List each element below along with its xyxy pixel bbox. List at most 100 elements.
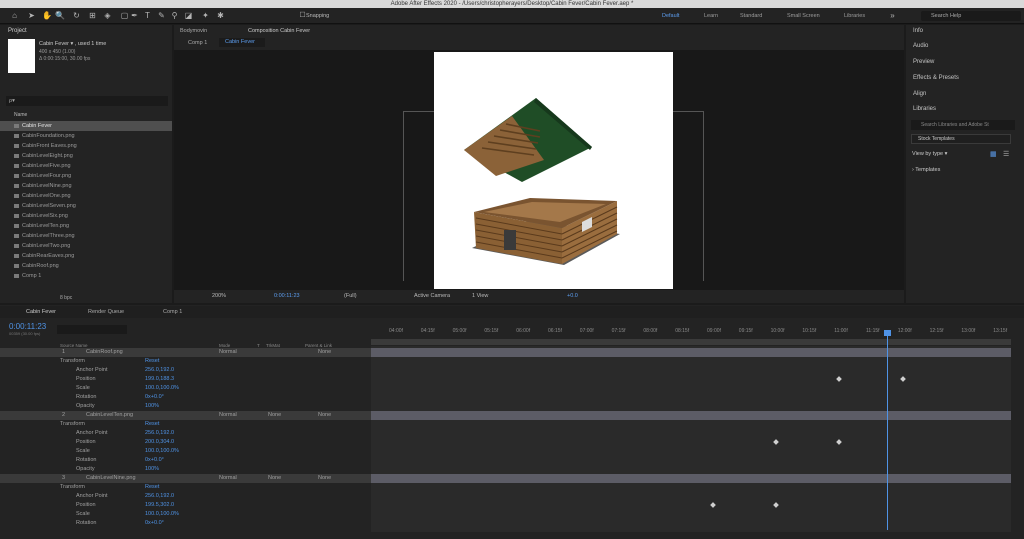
timeline-search-input[interactable] [57, 325, 127, 334]
project-item[interactable]: CabinLevelOne.png [0, 191, 172, 201]
workspace-learn[interactable]: Learn [704, 13, 718, 19]
parent-dropdown[interactable]: None [318, 411, 331, 420]
layer-row[interactable]: 2 CabinLevelTen.png Normal None None [0, 411, 371, 420]
zoom-dropdown[interactable]: 200% [212, 293, 226, 299]
zoom-tool-icon[interactable]: 🔍 [55, 11, 65, 20]
preview-panel[interactable]: Preview [913, 59, 934, 65]
project-item[interactable]: CabinFoundation.png [0, 131, 172, 141]
mode-dropdown[interactable]: Normal [219, 474, 237, 483]
exposure-value[interactable]: +0.0 [567, 293, 578, 299]
clone-stamp-tool-icon[interactable]: ⚲ [170, 11, 179, 20]
property-rotation[interactable]: Rotation 0x+0.0° [0, 519, 371, 528]
home-icon[interactable]: ⌂ [10, 11, 19, 20]
rectangle-tool-icon[interactable]: ▢ [120, 11, 129, 20]
project-item[interactable]: CabinRearEaves.png [0, 251, 172, 261]
timeline-current-time[interactable]: 0:00:11:23 [9, 322, 46, 331]
property-rotation[interactable]: Rotation 0x+0.0° [0, 393, 371, 402]
workspace-small-screen[interactable]: Small Screen [787, 13, 820, 19]
camera-tool-icon[interactable]: ⊞ [88, 11, 97, 20]
workspace-standard[interactable]: Standard [740, 13, 762, 19]
property-value[interactable]: 100% [145, 465, 159, 474]
breadcrumb-cabin-fever[interactable]: Cabin Fever [219, 38, 265, 47]
trkmat-dropdown[interactable]: None [268, 474, 281, 483]
property-scale[interactable]: Scale 100.0,100.0% [0, 384, 371, 393]
property-value[interactable]: 100.0,100.0% [145, 447, 179, 456]
property-value[interactable]: 100.0,100.0% [145, 510, 179, 519]
workspace-libraries[interactable]: Libraries [844, 13, 865, 19]
project-item[interactable]: CabinLevelNine.png [0, 181, 172, 191]
type-tool-icon[interactable]: T [143, 11, 152, 20]
project-item[interactable]: CabinRoof.png [0, 261, 172, 271]
property-value[interactable]: 199.5,302.0 [145, 501, 174, 510]
project-search-input[interactable]: ρ▾ [6, 96, 168, 106]
playhead-handle[interactable] [884, 330, 891, 336]
bpc-indicator[interactable]: 8 bpc [60, 295, 72, 301]
work-area-bar[interactable] [371, 339, 1011, 345]
property-anchor[interactable]: Anchor Point 256.0,192.0 [0, 429, 371, 438]
rotate-tool-icon[interactable]: ↻ [72, 11, 81, 20]
property-value[interactable]: 0x+0.0° [145, 456, 164, 465]
project-item[interactable]: Comp 1 [0, 271, 172, 281]
project-item[interactable]: Cabin Fever [0, 121, 172, 131]
mode-dropdown[interactable]: Normal [219, 348, 237, 357]
libraries-search-input[interactable]: Search Libraries and Adobe St [911, 120, 1015, 130]
view-by-type-dropdown[interactable]: View by type ▾ [912, 151, 947, 157]
layer-name[interactable]: CabinLevelNine.png [86, 474, 136, 483]
stock-templates-dropdown[interactable]: Stock Templates [911, 134, 1011, 144]
project-item[interactable]: CabinLevelThree.png [0, 231, 172, 241]
align-panel[interactable]: Align [913, 91, 926, 97]
property-opacity[interactable]: Opacity 100% [0, 402, 371, 411]
hand-tool-icon[interactable]: ✋ [42, 11, 52, 20]
parent-dropdown[interactable]: None [318, 474, 331, 483]
libraries-panel[interactable]: Libraries [913, 106, 936, 112]
property-position[interactable]: Position 199.5,302.0 [0, 501, 371, 510]
pen-tool-icon[interactable]: ✒ [130, 11, 139, 20]
reset-link[interactable]: Reset [145, 420, 159, 429]
property-anchor[interactable]: Anchor Point 256.0,192.0 [0, 492, 371, 501]
playhead[interactable] [887, 330, 888, 530]
trkmat-dropdown[interactable]: None [268, 411, 281, 420]
property-rotation[interactable]: Rotation 0x+0.0° [0, 456, 371, 465]
project-item[interactable]: CabinLevelSeven.png [0, 201, 172, 211]
tab-comp1[interactable]: Comp 1 [163, 309, 182, 315]
pan-behind-tool-icon[interactable]: ◈ [103, 11, 112, 20]
roto-brush-tool-icon[interactable]: ✦ [201, 11, 210, 20]
property-value[interactable]: 199.0,188.3 [145, 375, 174, 384]
grid-view-icon[interactable]: ▦ [990, 150, 997, 158]
mode-dropdown[interactable]: Normal [219, 411, 237, 420]
search-help-field[interactable]: Search Help [921, 11, 1021, 21]
property-value[interactable]: 100% [145, 402, 159, 411]
project-item[interactable]: CabinLevelTen.png [0, 221, 172, 231]
layer-duration-bar[interactable] [371, 348, 1011, 357]
brush-tool-icon[interactable]: ✎ [157, 11, 166, 20]
property-value[interactable]: 100.0,100.0% [145, 384, 179, 393]
info-panel[interactable]: Info [913, 28, 923, 34]
project-item[interactable]: CabinLevelFour.png [0, 171, 172, 181]
resolution-dropdown[interactable]: (Full) [344, 293, 357, 299]
property-value[interactable]: 256.0,192.0 [145, 366, 174, 375]
project-item[interactable]: CabinLevelFive.png [0, 161, 172, 171]
list-view-icon[interactable]: ☰ [1003, 150, 1009, 158]
property-anchor[interactable]: Anchor Point 256.0,192.0 [0, 366, 371, 375]
name-column-header[interactable]: Name [14, 112, 27, 118]
reset-link[interactable]: Reset [145, 357, 159, 366]
property-position[interactable]: Position 199.0,188.3 [0, 375, 371, 384]
viewer-current-time[interactable]: 0:00:11:23 [274, 293, 300, 299]
workspace-default[interactable]: Default [662, 13, 679, 19]
transform-group[interactable]: Transform Reset [0, 420, 371, 429]
audio-panel[interactable]: Audio [913, 43, 928, 49]
layer-name[interactable]: CabinLevelTen.png [86, 411, 133, 420]
property-opacity[interactable]: Opacity 100% [0, 465, 371, 474]
camera-dropdown[interactable]: Active Camera [414, 293, 450, 299]
property-value[interactable]: 200.0,304.0 [145, 438, 174, 447]
breadcrumb-comp1[interactable]: Comp 1 [188, 40, 207, 46]
project-panel-title[interactable]: Project [8, 28, 27, 34]
transform-group[interactable]: Transform Reset [0, 357, 371, 366]
layer-row[interactable]: 3 CabinLevelNine.png Normal None None [0, 474, 371, 483]
layer-name[interactable]: CabinRoof.png [86, 348, 123, 357]
timeline-graph[interactable] [371, 346, 1011, 532]
layer-duration-bar[interactable] [371, 474, 1011, 483]
tab-render-queue[interactable]: Render Queue [88, 309, 124, 315]
tab-bodymovin[interactable]: Bodymovin [180, 28, 207, 34]
transform-group[interactable]: Transform Reset [0, 483, 371, 492]
